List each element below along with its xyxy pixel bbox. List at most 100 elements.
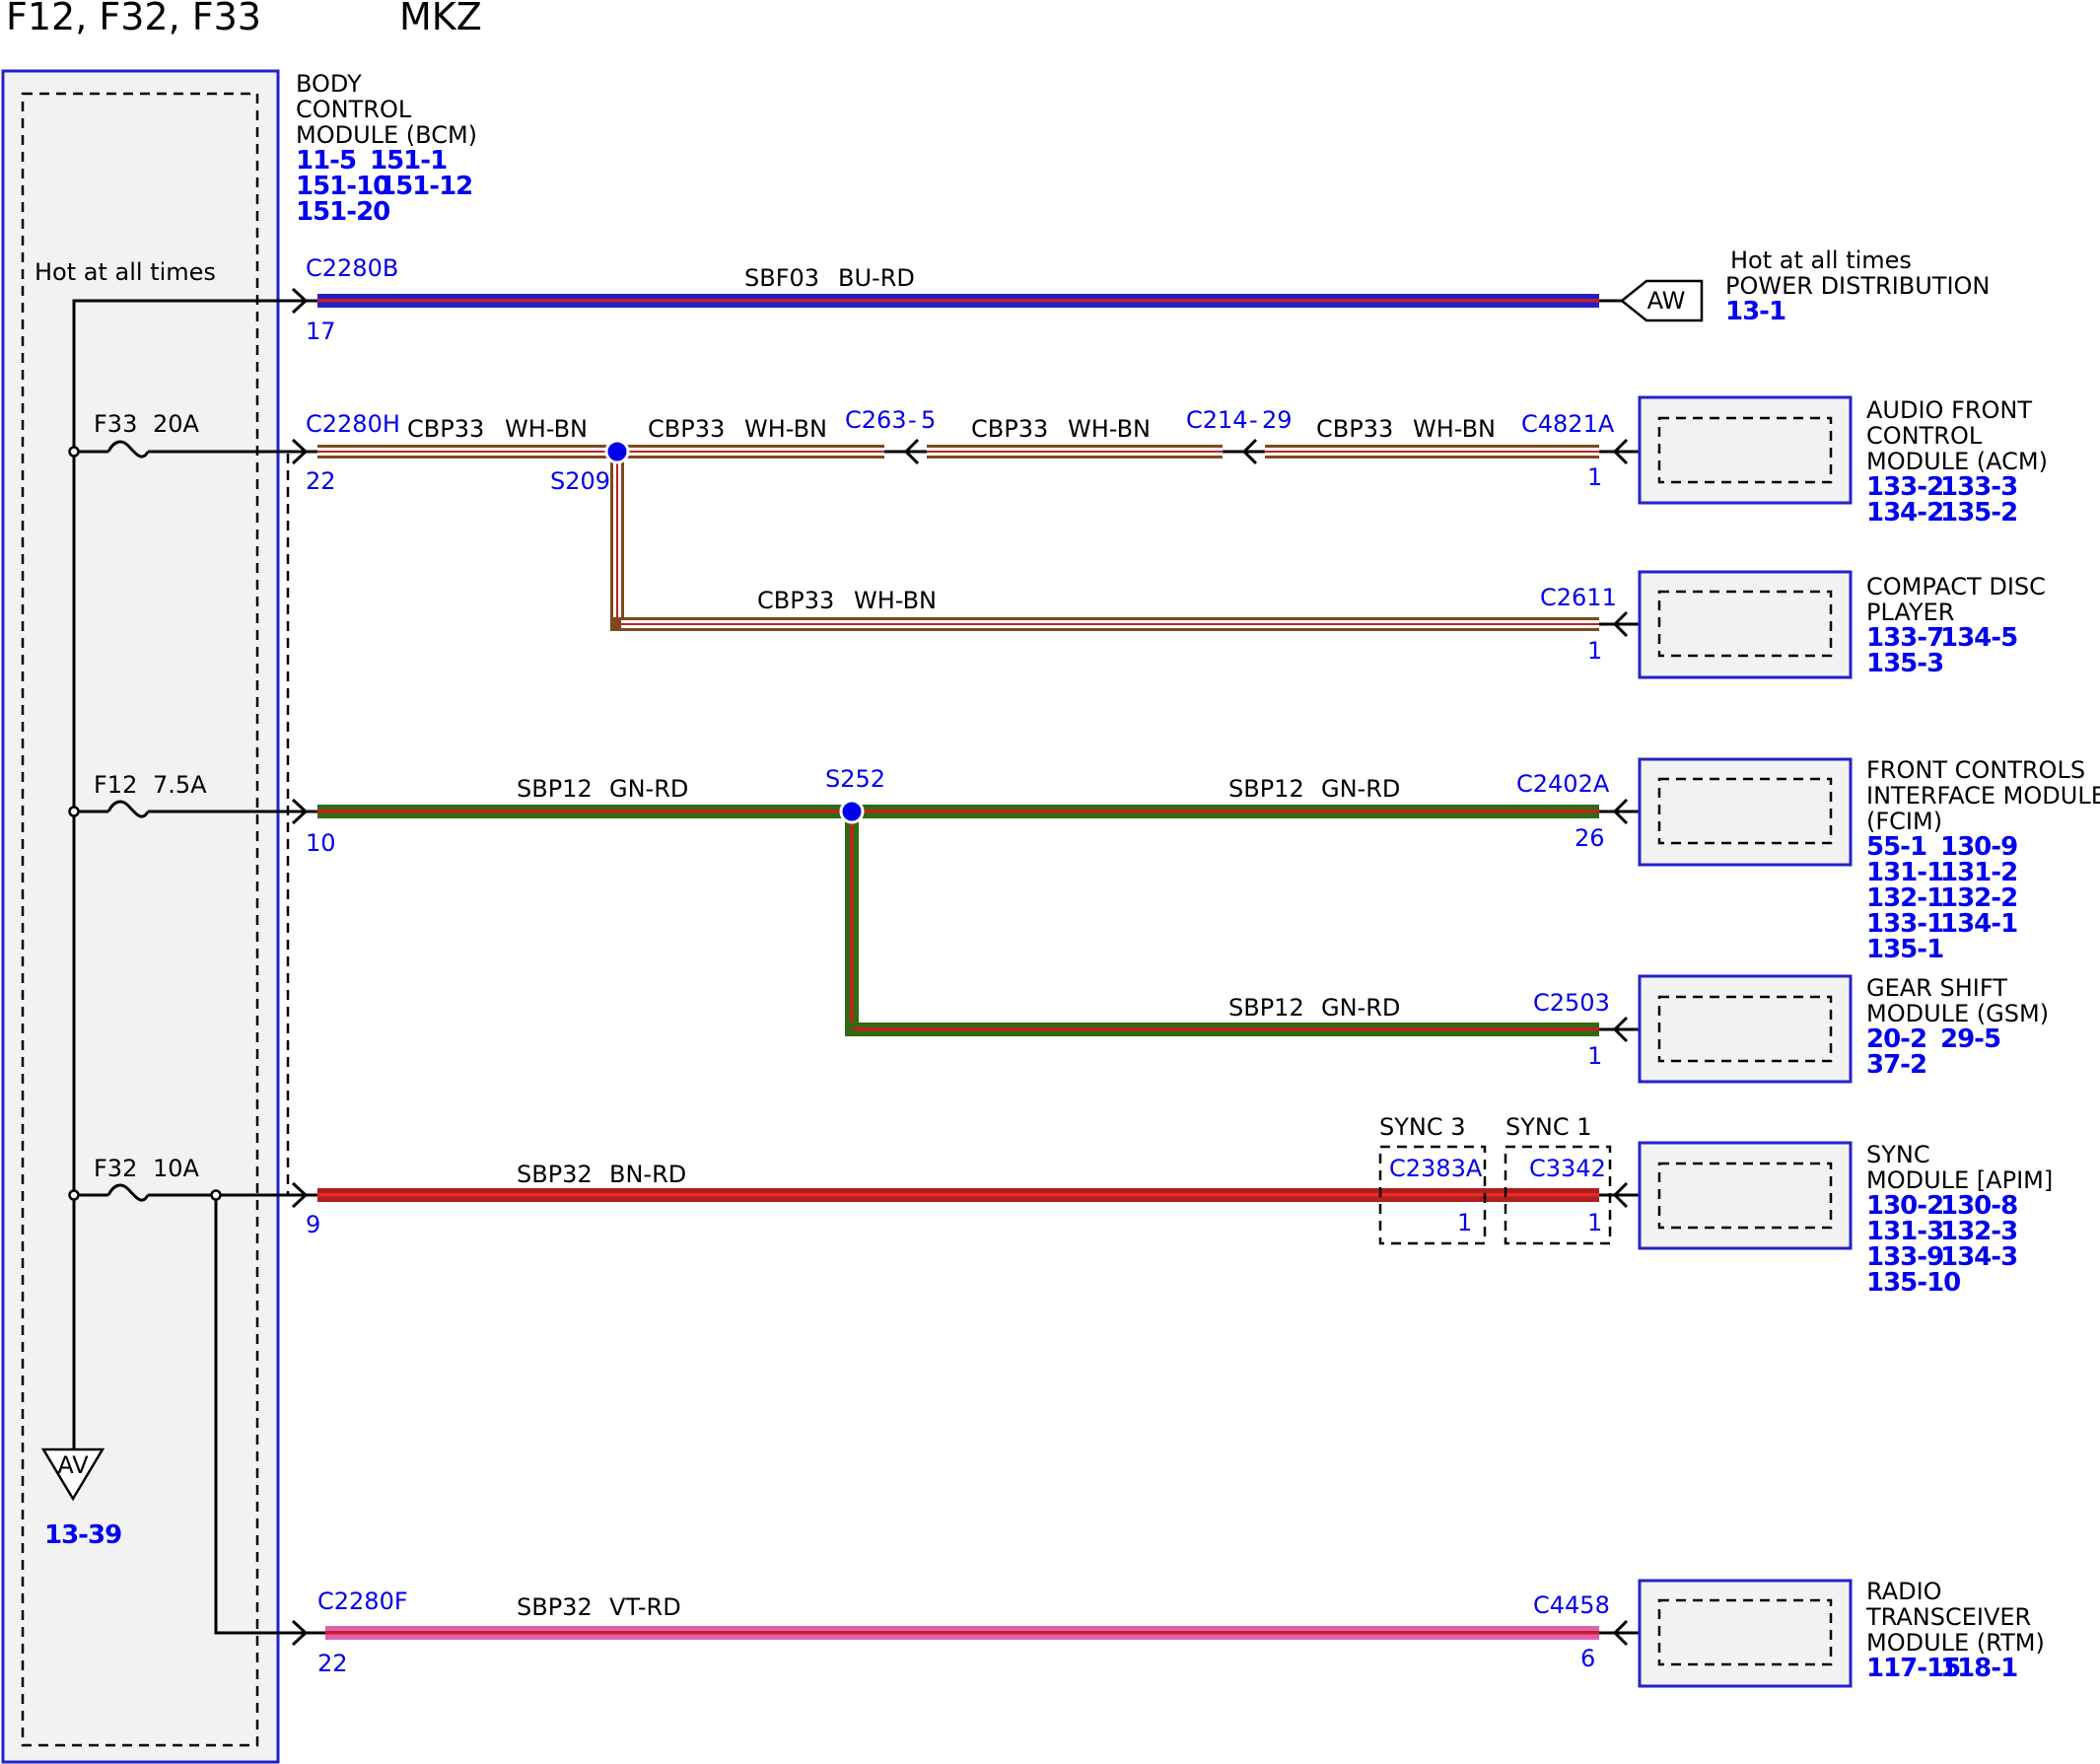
power-distribution-aw-symbol[interactable]: AW — [1619, 279, 1704, 322]
svg-text:BU-RD: BU-RD — [838, 264, 915, 292]
ground-ref[interactable]: 13-39 — [44, 1520, 122, 1550]
svg-text:SBP12: SBP12 — [1228, 775, 1304, 803]
svg-text:SYNC: SYNC — [1866, 1141, 1930, 1168]
svg-text:-: - — [1249, 406, 1258, 434]
module-gsm-refs[interactable]: 20-2 29-5 37-2 — [1866, 1024, 2001, 1080]
connector-c2503: C2503 — [1533, 989, 1610, 1017]
svg-text:INTERFACE MODULE: INTERFACE MODULE — [1866, 782, 2100, 810]
pin-c2280f-22: 22 — [317, 1650, 348, 1677]
svg-text:RADIO: RADIO — [1866, 1578, 1942, 1605]
header-fuses: F12, F32, F33 — [6, 0, 261, 38]
module-apim-title: SYNC MODULE [APIM] — [1866, 1141, 2053, 1194]
module-acm-refs[interactable]: 133-2 133-3 134-2 135-2 — [1866, 472, 2018, 528]
svg-text:SBP32: SBP32 — [517, 1593, 593, 1621]
svg-text:BN-RD: BN-RD — [609, 1161, 686, 1188]
svg-text:COMPACT DISC: COMPACT DISC — [1866, 573, 2046, 600]
bcm-hot-label: Hot at all times — [35, 258, 216, 286]
module-rtm-refs[interactable]: 117-15 118-1 — [1866, 1654, 2018, 1683]
svg-text:135-3: 135-3 — [1866, 649, 1943, 678]
svg-text:5: 5 — [921, 406, 936, 434]
module-cdp[interactable] — [1638, 570, 1853, 679]
module-fcim-refs[interactable]: 55-1 130-9 131-1 131-2 132-1 132-2 133-1… — [1866, 832, 2018, 964]
pin-c4821a-1: 1 — [1587, 463, 1602, 491]
module-gsm[interactable] — [1638, 974, 1853, 1084]
pin-c2280-10: 10 — [306, 829, 336, 857]
svg-text:CBP33: CBP33 — [1316, 415, 1393, 443]
pin-c2503-1: 1 — [1587, 1042, 1602, 1070]
wire-label-cbp33-seg3: CBP33 WH-BN — [971, 415, 1151, 443]
sync3-connector-box[interactable]: SYNC 3 C2383A 1 — [1378, 1113, 1487, 1245]
splice-s209-label: S209 — [550, 467, 610, 495]
module-acm[interactable] — [1638, 395, 1853, 505]
wire-sbf03-bu-rd — [317, 294, 1599, 308]
pin-c2280-9: 9 — [306, 1211, 320, 1238]
svg-text:F12: F12 — [94, 771, 137, 799]
module-acm-title: AUDIO FRONT CONTROL MODULE (ACM) — [1866, 396, 2048, 475]
wire-label-sbp12-seg1: SBP12 GN-RD — [517, 775, 688, 803]
svg-text:37-2: 37-2 — [1866, 1050, 1926, 1080]
svg-text:F33: F33 — [94, 410, 137, 438]
connector-c2402a: C2402A — [1516, 770, 1610, 798]
wire-label-cbp33-branch: CBP33 WH-BN — [757, 587, 937, 614]
bcm-module[interactable] — [1, 69, 280, 1764]
module-gsm-title: GEAR SHIFT MODULE (GSM) — [1866, 974, 2049, 1027]
svg-text:C263: C263 — [845, 406, 907, 434]
svg-text:CONTROL: CONTROL — [296, 96, 412, 123]
splice-s209[interactable] — [604, 439, 630, 464]
module-rtm[interactable] — [1638, 1579, 1853, 1688]
svg-text:GN-RD: GN-RD — [609, 775, 688, 803]
svg-text:GN-RD: GN-RD — [1321, 775, 1400, 803]
svg-text:C2383A: C2383A — [1389, 1155, 1483, 1182]
module-cdp-refs[interactable]: 133-7 134-5 135-3 — [1866, 623, 2018, 678]
power-distribution-label: Hot at all times POWER DISTRIBUTION — [1725, 247, 1990, 300]
svg-text:SBF03: SBF03 — [744, 264, 819, 292]
wire-sbp12-gn-rd — [317, 805, 1599, 818]
svg-text:C3342: C3342 — [1529, 1155, 1606, 1182]
svg-text:151-20: 151-20 — [296, 197, 389, 227]
svg-text:29-5: 29-5 — [1940, 1024, 2000, 1054]
bcm-refs[interactable]: 11-5 151-1 151-10 151-12 151-20 — [296, 146, 473, 227]
wire-sbp32-vt-rd — [325, 1626, 1599, 1640]
svg-text:20A: 20A — [153, 410, 200, 438]
svg-text:PLAYER: PLAYER — [1866, 599, 1954, 626]
svg-text:GEAR SHIFT: GEAR SHIFT — [1866, 974, 2007, 1002]
bcm-title: BODY CONTROL MODULE (BCM) — [296, 70, 477, 149]
svg-text:134-2: 134-2 — [1866, 498, 1943, 528]
svg-text:1: 1 — [1587, 1209, 1602, 1236]
svg-text:GN-RD: GN-RD — [1321, 994, 1400, 1022]
connector-c4458: C4458 — [1533, 1591, 1610, 1619]
svg-text:135-1: 135-1 — [1866, 935, 1943, 964]
svg-text:AV: AV — [57, 1451, 89, 1479]
svg-text:134-5: 134-5 — [1940, 623, 2017, 653]
svg-text:MODULE (ACM): MODULE (ACM) — [1866, 448, 2048, 475]
wire-label-cbp33-seg2: CBP33 WH-BN — [648, 415, 827, 443]
wire-label-sbp12-branch: SBP12 GN-RD — [1228, 994, 1400, 1022]
module-apim-refs[interactable]: 130-2 130-8 131-3 132-3 133-9 134-3 135-… — [1866, 1191, 2018, 1298]
splice-s252[interactable] — [839, 799, 865, 824]
module-apim[interactable] — [1638, 1141, 1853, 1250]
svg-text:F32: F32 — [94, 1155, 137, 1182]
svg-text:TRANSCEIVER: TRANSCEIVER — [1865, 1603, 2031, 1631]
svg-text:CBP33: CBP33 — [757, 587, 834, 614]
sync1-connector-box[interactable]: SYNC 1 C3342 1 — [1504, 1113, 1612, 1245]
module-fcim-title: FRONT CONTROLS INTERFACE MODULE (FCIM) — [1866, 756, 2100, 835]
svg-text:SBP12: SBP12 — [517, 775, 593, 803]
connector-c2280b: C2280B — [306, 254, 398, 282]
svg-text:WH-BN: WH-BN — [505, 415, 588, 443]
wire-sbp32-bn-rd — [317, 1188, 1599, 1202]
svg-text:Hot at all times: Hot at all times — [1730, 247, 1912, 274]
svg-text:MODULE (BCM): MODULE (BCM) — [296, 121, 477, 149]
svg-text:135-10: 135-10 — [1866, 1268, 1960, 1298]
wire-label-sbf03: SBF03 BU-RD — [744, 264, 915, 292]
svg-text:1: 1 — [1457, 1209, 1472, 1236]
module-cdp-title: COMPACT DISC PLAYER — [1866, 573, 2046, 626]
svg-text:SYNC 3: SYNC 3 — [1379, 1113, 1466, 1141]
pin-c4458-6: 6 — [1580, 1645, 1595, 1672]
module-fcim[interactable] — [1638, 757, 1853, 867]
svg-text:CBP33: CBP33 — [971, 415, 1048, 443]
svg-text:AW: AW — [1647, 287, 1686, 315]
wire-label-sbp12-seg2: SBP12 GN-RD — [1228, 775, 1400, 803]
svg-text:MODULE [APIM]: MODULE [APIM] — [1866, 1166, 2053, 1194]
svg-text:29: 29 — [1262, 406, 1293, 434]
power-distribution-ref[interactable]: 13-1 — [1725, 297, 1786, 326]
